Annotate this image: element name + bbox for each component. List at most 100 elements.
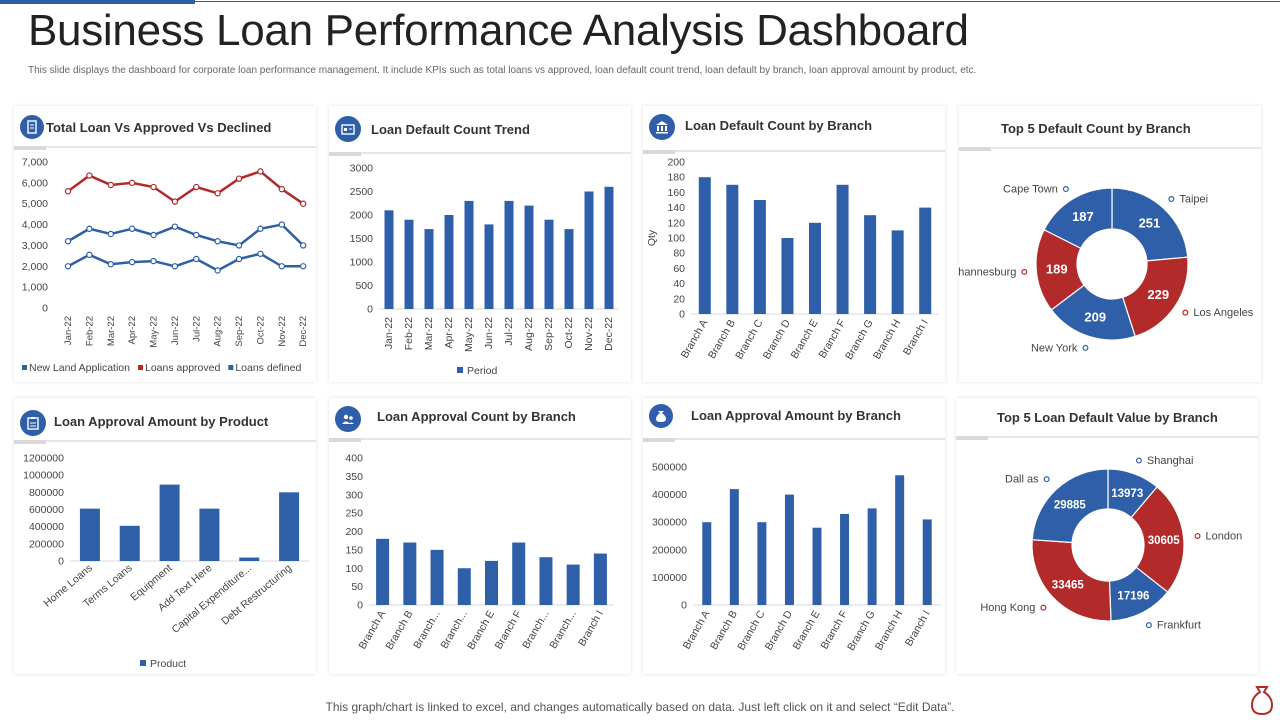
card-approval-amount-product[interactable]: Loan Approval Amount by Product 0 200000 4…: [14, 398, 316, 674]
data-point: [278, 221, 286, 228]
bar: [430, 549, 444, 605]
bar: [424, 229, 434, 309]
bar: [376, 538, 390, 605]
data-point: [86, 225, 93, 232]
bar: [504, 200, 514, 309]
bar: [566, 564, 580, 605]
y-tick-label: 0: [42, 303, 48, 315]
page-title: Business Loan Performance Analysis Dashb…: [28, 6, 969, 55]
chart-bar-approval-amount[interactable]: 0100000200000300000400000500000Branch AB…: [643, 398, 945, 674]
slice-name-label: Taipei: [1179, 194, 1208, 206]
bar: [464, 200, 474, 309]
leader-dot: [1021, 268, 1028, 275]
data-point: [278, 263, 286, 270]
y-tick-label: 500000: [652, 462, 687, 474]
card-top5-default-count[interactable]: Top 5 Default Count by Branch 251 Taipei 2…: [959, 106, 1261, 382]
x-tick-label: Jun-22: [170, 316, 181, 345]
series-line: [67, 169, 304, 205]
legend-swatch: [457, 367, 463, 373]
x-tick-label: Jan-22: [63, 316, 74, 345]
x-tick-label: May-22: [149, 316, 160, 348]
legend-swatch: [140, 660, 146, 666]
data-point: [86, 251, 93, 259]
y-tick-label: 400000: [652, 489, 687, 501]
slice-value-label: 17196: [1117, 590, 1149, 602]
y-tick-label: 2000: [350, 210, 374, 222]
data-point: [128, 179, 136, 187]
data-point: [214, 190, 221, 197]
y-axis-label: Qty: [646, 229, 658, 246]
data-point: [150, 183, 157, 191]
x-tick-label: Feb-22: [403, 317, 415, 350]
data-point: [278, 185, 286, 193]
x-tick-label: Aug-22: [213, 316, 224, 347]
x-tick-label: May-22: [463, 317, 475, 352]
bar: [867, 508, 877, 605]
chart-line-loans[interactable]: 0 1,000 2,000 3,000 4,000 5,000 6,000 7,000 Jan-…: [14, 106, 316, 382]
data-point: [235, 242, 243, 249]
bar: [729, 489, 739, 605]
y-tick-label: 4,000: [22, 219, 48, 231]
bar: [584, 191, 594, 309]
data-point: [107, 230, 114, 238]
chart-bar-default-branch[interactable]: 020406080100120140160180200Branch ABranc…: [643, 106, 945, 382]
money-bag-logo-icon: [1250, 684, 1274, 721]
slice-value-label: 29885: [1054, 500, 1087, 512]
legend-swatch: [228, 365, 234, 370]
bar: [593, 553, 607, 605]
chart-bar-default-trend[interactable]: 0 500 1000 1500 2000 2500 3000 Jan-22 Feb-22 Mar-…: [329, 106, 631, 382]
leader-dot: [1145, 622, 1152, 629]
y-tick-label: 0: [679, 309, 685, 321]
leader-dot: [1062, 186, 1069, 193]
data-point: [64, 238, 72, 245]
bar: [457, 568, 471, 605]
x-tick-label: Mar-22: [106, 316, 117, 346]
y-tick-label: 500: [355, 280, 373, 292]
y-tick-label: 200000: [29, 538, 64, 550]
chart-bar-approval-product[interactable]: 020000040000060000080000010000001200000H…: [14, 398, 316, 674]
card-approval-count-branch[interactable]: Loan Approval Count by Branch 0 50 100 150 2…: [329, 398, 631, 674]
card-top5-default-value[interactable]: Top 5 Loan Default Value by Branch 13973…: [956, 398, 1258, 674]
y-tick-label: 300000: [652, 517, 687, 529]
chart-bar-approval-count[interactable]: 050100150200250300350400Branch ABranch B…: [329, 398, 631, 674]
y-tick-label: 0: [357, 600, 363, 612]
data-point: [235, 175, 243, 182]
x-tick-label: Apr-22: [443, 317, 455, 349]
bar: [384, 210, 394, 309]
y-tick-label: 400000: [29, 521, 64, 533]
bar: [539, 557, 553, 605]
card-default-trend[interactable]: Loan Default Count Trend 0 500 1000 1500 200…: [329, 106, 631, 382]
y-tick-label: 1000000: [23, 470, 64, 482]
x-tick-label: Dec-22: [298, 316, 309, 347]
data-point: [150, 257, 157, 265]
y-tick-label: 6,000: [22, 177, 48, 189]
bar: [404, 219, 414, 309]
data-point: [128, 258, 136, 266]
y-tick-label: 250: [345, 508, 363, 520]
x-tick-label: Jun-22: [483, 317, 495, 349]
slice-value-label: 33465: [1052, 579, 1085, 591]
y-tick-label: 0: [681, 600, 687, 612]
bar: [757, 522, 767, 605]
data-point: [235, 255, 243, 263]
bar: [485, 560, 498, 605]
y-tick-label: 80: [673, 248, 685, 260]
card-approval-amount-branch[interactable]: Loan Approval Amount by Branch 0 100000 20…: [643, 398, 945, 674]
y-tick-label: 150: [345, 544, 363, 556]
slice-value-label: 209: [1084, 309, 1106, 324]
y-tick-label: 350: [345, 471, 363, 483]
card-default-branch[interactable]: Loan Default Count by Branch 0 20 40 60 80 10…: [643, 106, 945, 382]
data-point: [257, 225, 264, 232]
x-tick-label: Dec-22: [603, 317, 615, 351]
slice-name-label: Dall as: [1005, 474, 1039, 486]
bar: [199, 508, 220, 561]
y-tick-label: 0: [58, 556, 64, 568]
chart-donut-top5-value[interactable]: 13973 Shanghai 30605 London 17196 Frankfurt 33…: [956, 398, 1258, 674]
legend-swatch: [138, 365, 143, 370]
bar: [444, 215, 454, 309]
chart-donut-top5-count[interactable]: 251 Taipei 229 Los Angeles 209 New York 189 Joh…: [959, 106, 1261, 382]
card-total-loan[interactable]: Total Loan Vs Approved Vs Declined 0 1,00…: [14, 106, 316, 382]
data-point: [64, 187, 72, 195]
bar: [239, 557, 260, 561]
slice-value-label: 189: [1046, 261, 1068, 276]
